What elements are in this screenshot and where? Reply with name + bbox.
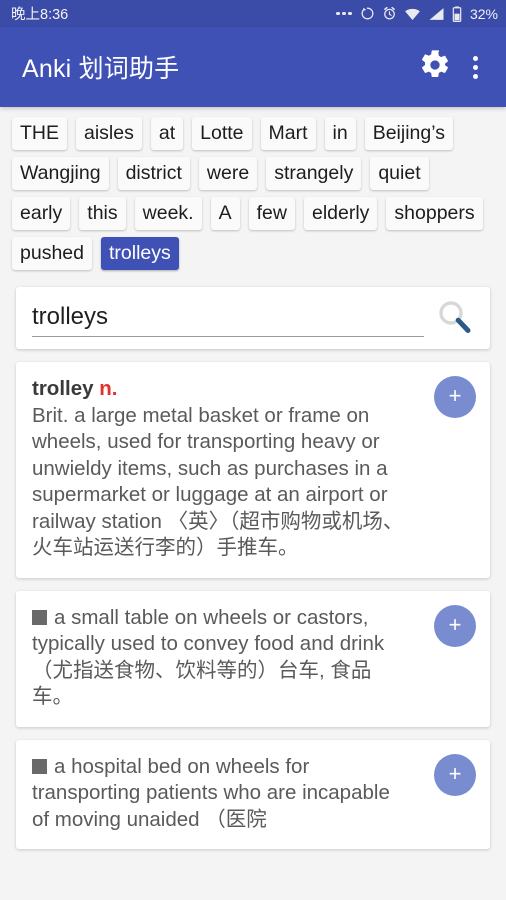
definition-body: Brit. a large metal basket or frame on w…: [32, 403, 404, 560]
word-chip[interactable]: district: [117, 157, 190, 190]
add-to-anki-button[interactable]: +: [434, 604, 476, 647]
definition-text: a hospital bed on wheels for transportin…: [32, 754, 474, 834]
cellular-signal-icon: [428, 7, 445, 21]
search-icon: [434, 296, 474, 341]
word-chip[interactable]: Mart: [260, 117, 316, 150]
overflow-menu-button[interactable]: [458, 44, 492, 90]
definition-body: a hospital bed on wheels for transportin…: [32, 754, 390, 831]
word-chip[interactable]: A: [210, 197, 240, 230]
status-bar-icons: 32%: [336, 6, 498, 22]
word-chip[interactable]: Lotte: [192, 117, 252, 150]
word-chip[interactable]: elderly: [303, 197, 378, 230]
word-chip[interactable]: few: [248, 197, 295, 230]
plus-icon: +: [448, 760, 462, 786]
word-chip[interactable]: were: [198, 157, 258, 190]
definition-part-of-speech: n.: [99, 377, 118, 400]
word-chip[interactable]: THE: [12, 117, 67, 150]
status-bar-time: 晚上8:36: [11, 7, 69, 23]
content-area: THE aisles at Lotte Mart in Beijing’s Wangjing d…: [0, 107, 506, 900]
word-chip[interactable]: shoppers: [386, 197, 483, 230]
search-input[interactable]: [32, 303, 424, 331]
definition-text: trolley n. Brit. a large metal basket or …: [32, 376, 474, 562]
definition-text: a small table on wheels or castors, typi…: [32, 605, 474, 711]
alarm-clock-icon: [382, 6, 397, 21]
battery-icon: [452, 5, 462, 22]
sense-marker-icon: [32, 758, 47, 774]
app-bar: Anki 划词助手: [0, 27, 506, 107]
word-chip[interactable]: week.: [134, 197, 202, 230]
word-chip[interactable]: in: [324, 117, 356, 150]
word-chip[interactable]: strangely: [266, 157, 362, 190]
gear-icon: [419, 49, 451, 86]
word-chip[interactable]: quiet: [370, 157, 429, 190]
plus-icon: +: [448, 611, 462, 637]
word-chip-list: THE aisles at Lotte Mart in Beijing’s Wangjing d…: [0, 107, 506, 274]
definition-card: a hospital bed on wheels for transportin…: [16, 739, 490, 849]
definition-body: a small table on wheels or castors, typi…: [32, 605, 385, 709]
definition-list: trolley n. Brit. a large metal basket or …: [0, 362, 506, 849]
search-card: [16, 287, 490, 349]
search-input-wrapper: [32, 303, 424, 337]
definition-card: trolley n. Brit. a large metal basket or …: [16, 362, 490, 578]
app-screen: 晚上8:36 32% Anki 划词助手 THE aisles at Lotte…: [0, 0, 506, 900]
status-bar: 晚上8:36 32%: [0, 0, 506, 27]
definition-headword: trolley: [32, 377, 94, 400]
add-to-anki-button[interactable]: +: [434, 753, 476, 796]
search-button[interactable]: [432, 296, 476, 340]
more-dots-icon: [336, 11, 352, 16]
battery-percentage: 32%: [469, 5, 498, 22]
add-to-anki-button[interactable]: +: [434, 376, 476, 418]
page-title: Anki 划词助手: [22, 55, 180, 83]
settings-button[interactable]: [412, 44, 458, 90]
word-chip-selected[interactable]: trolleys: [100, 237, 179, 270]
word-chip[interactable]: Beijing’s: [364, 117, 453, 150]
word-chip[interactable]: Wangjing: [12, 157, 109, 190]
word-chip[interactable]: pushed: [12, 237, 92, 270]
sync-icon: [360, 6, 375, 21]
word-chip[interactable]: aisles: [76, 117, 142, 150]
definition-card: a small table on wheels or castors, typi…: [16, 590, 490, 727]
word-chip[interactable]: early: [12, 197, 71, 230]
more-vertical-icon: [472, 55, 478, 79]
word-chip[interactable]: this: [79, 197, 126, 230]
wifi-icon: [404, 7, 421, 21]
word-chip[interactable]: at: [150, 117, 184, 150]
plus-icon: +: [448, 383, 462, 408]
sense-marker-icon: [32, 609, 47, 625]
